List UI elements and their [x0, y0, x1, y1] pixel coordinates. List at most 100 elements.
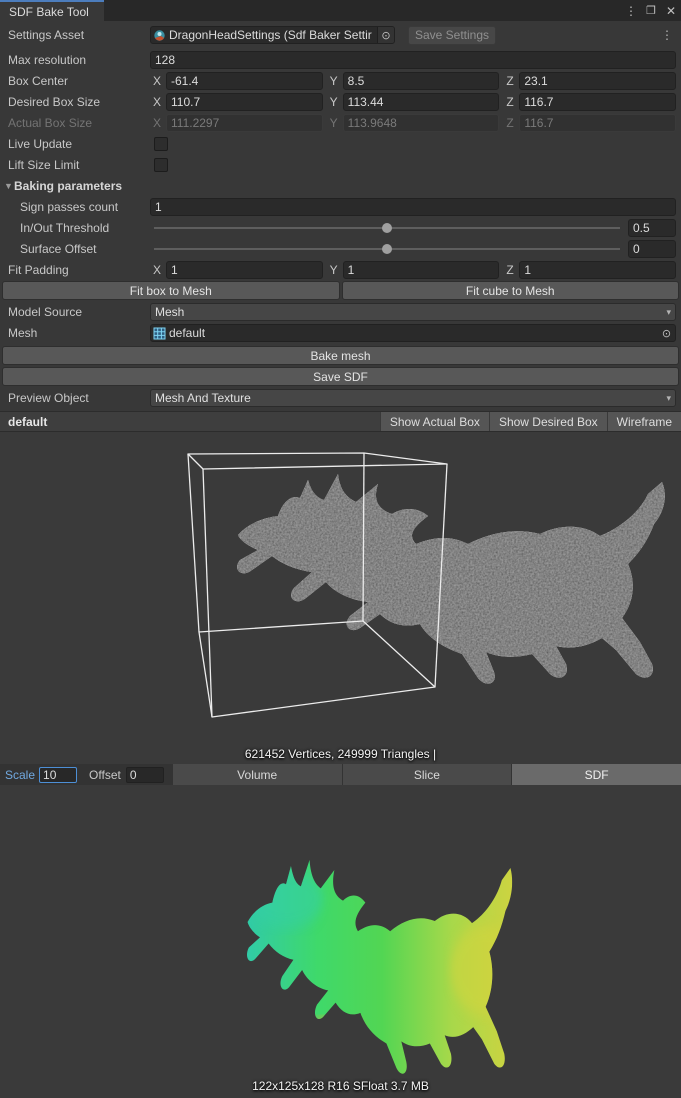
title-bar: SDF Bake Tool ⋮ ❐ ✕	[0, 0, 681, 21]
wireframe-button[interactable]: Wireframe	[607, 412, 681, 431]
surface-offset-slider[interactable]	[154, 248, 620, 250]
actual-box-size-y-value: 113.9648	[343, 114, 500, 132]
settings-asset-label: Settings Asset	[0, 28, 150, 42]
baking-parameters-foldout[interactable]: ▼ Baking parameters	[0, 176, 681, 196]
slider-handle[interactable]	[382, 244, 392, 254]
close-icon[interactable]: ✕	[661, 0, 681, 21]
model-source-value: Mesh	[155, 305, 184, 319]
chevron-down-icon: ▾	[666, 393, 671, 404]
slider-handle[interactable]	[382, 223, 392, 233]
preview-toolbar: default Show Actual Box Show Desired Box…	[0, 411, 681, 432]
dragon-sdf-render	[0, 785, 681, 1098]
sign-passes-count-input[interactable]: 1	[150, 198, 676, 216]
preview-object-value: Mesh And Texture	[155, 391, 251, 405]
tab-slice[interactable]: Slice	[342, 764, 512, 785]
chevron-down-icon: ▾	[666, 307, 671, 318]
desired-box-size-x-input[interactable]: 110.7	[166, 93, 323, 111]
surface-offset-input[interactable]: 0	[628, 240, 676, 258]
settings-asset-value: DragonHeadSettings (Sdf Baker Settir	[166, 28, 377, 42]
settings-kebab-icon[interactable]: ⋮	[661, 28, 676, 42]
scale-label[interactable]: Scale	[0, 768, 39, 782]
object-picker-icon[interactable]: ⊙	[658, 325, 675, 341]
axis-y-label: Y	[330, 116, 340, 130]
sdf-preview-viewport[interactable]: 122x125x128 R16 SFloat 3.7 MB	[0, 785, 681, 1098]
bake-mesh-button[interactable]: Bake mesh	[2, 346, 679, 365]
desired-box-size-z-input[interactable]: 116.7	[519, 93, 676, 111]
lift-size-limit-label: Lift Size Limit	[0, 158, 150, 172]
maximize-icon[interactable]: ❐	[641, 0, 661, 21]
sdf-bake-tool-window: SDF Bake Tool ⋮ ❐ ✕ Settings Asset Drago…	[0, 0, 681, 1098]
dragon-mesh-silhouette	[237, 474, 665, 684]
surface-offset-label: Surface Offset	[0, 242, 150, 256]
scriptable-object-icon	[153, 29, 166, 42]
offset-input[interactable]: 0	[126, 767, 164, 783]
live-update-checkbox[interactable]	[154, 137, 168, 151]
mesh-value: default	[166, 326, 658, 340]
sdf-controls-bar: Scale 10 Offset 0 Volume Slice SDF	[0, 764, 681, 785]
fit-padding-z-input[interactable]: 1	[519, 261, 676, 279]
axis-x-label: X	[153, 263, 163, 277]
offset-label[interactable]: Offset	[77, 768, 126, 782]
titlebar-spacer	[104, 0, 621, 21]
axis-z-label: Z	[506, 263, 516, 277]
tab-sdf[interactable]: SDF	[511, 764, 681, 785]
axis-y-label: Y	[330, 263, 340, 277]
mesh-icon	[153, 327, 166, 340]
inspector-panel: Settings Asset DragonHeadSettings (Sdf B…	[0, 21, 681, 411]
axis-z-label: Z	[506, 74, 516, 88]
box-center-z-input[interactable]: 23.1	[519, 72, 676, 90]
tab-volume[interactable]: Volume	[172, 764, 342, 785]
window-menu-icon[interactable]: ⋮	[621, 0, 641, 21]
model-source-label: Model Source	[0, 305, 150, 319]
scale-input[interactable]: 10	[39, 767, 77, 783]
axis-x-label: X	[153, 95, 163, 109]
fit-padding-label: Fit Padding	[0, 263, 150, 277]
axis-x-label: X	[153, 74, 163, 88]
fit-box-to-mesh-button[interactable]: Fit box to Mesh	[2, 281, 340, 300]
in-out-threshold-input[interactable]: 0.5	[628, 219, 676, 237]
actual-box-size-z-value: 116.7	[519, 114, 676, 132]
fit-cube-to-mesh-button[interactable]: Fit cube to Mesh	[342, 281, 680, 300]
foldout-arrow-icon: ▼	[0, 181, 14, 191]
tab-sdf-bake-tool[interactable]: SDF Bake Tool	[0, 0, 104, 21]
object-picker-icon[interactable]: ⊙	[377, 27, 394, 43]
max-resolution-label: Max resolution	[0, 53, 150, 67]
mesh-object-field[interactable]: default ⊙	[150, 324, 676, 342]
show-desired-box-button[interactable]: Show Desired Box	[489, 412, 607, 431]
preview-object-name: default	[0, 415, 47, 429]
settings-asset-field[interactable]: DragonHeadSettings (Sdf Baker Settir ⊙	[150, 26, 395, 44]
live-update-label: Live Update	[0, 137, 150, 151]
preview-object-label: Preview Object	[0, 391, 150, 405]
desired-box-size-y-input[interactable]: 113.44	[343, 93, 500, 111]
save-settings-button[interactable]: Save Settings	[408, 26, 496, 45]
mesh-preview-viewport[interactable]: 621452 Vertices, 249999 Triangles |	[0, 432, 681, 764]
baking-parameters-label: Baking parameters	[14, 179, 122, 193]
tab-title: SDF Bake Tool	[9, 5, 89, 19]
model-source-dropdown[interactable]: Mesh ▾	[150, 303, 676, 321]
dragon-mesh-render	[0, 432, 681, 764]
sign-passes-count-label: Sign passes count	[0, 200, 150, 214]
sdf-orange-region	[307, 1019, 364, 1060]
desired-box-size-label: Desired Box Size	[0, 95, 150, 109]
lift-size-limit-checkbox[interactable]	[154, 158, 168, 172]
box-center-label: Box Center	[0, 74, 150, 88]
in-out-threshold-slider[interactable]	[154, 227, 620, 229]
show-actual-box-button[interactable]: Show Actual Box	[380, 412, 489, 431]
fit-padding-y-input[interactable]: 1	[343, 261, 500, 279]
axis-y-label: Y	[330, 95, 340, 109]
box-center-y-input[interactable]: 8.5	[343, 72, 500, 90]
preview-object-dropdown[interactable]: Mesh And Texture ▾	[150, 389, 676, 407]
sdf-texture-info: 122x125x128 R16 SFloat 3.7 MB	[0, 1079, 681, 1093]
max-resolution-input[interactable]: 128	[150, 51, 676, 69]
mesh-label: Mesh	[0, 326, 150, 340]
actual-box-size-label: Actual Box Size	[0, 116, 150, 130]
dragon-sdf-silhouette	[236, 848, 527, 1093]
box-center-x-input[interactable]: -61.4	[166, 72, 323, 90]
axis-z-label: Z	[506, 116, 516, 130]
axis-z-label: Z	[506, 95, 516, 109]
save-sdf-button[interactable]: Save SDF	[2, 367, 679, 386]
in-out-threshold-label: In/Out Threshold	[0, 221, 150, 235]
fit-padding-x-input[interactable]: 1	[166, 261, 323, 279]
mesh-stats: 621452 Vertices, 249999 Triangles |	[0, 747, 681, 761]
axis-x-label: X	[153, 116, 163, 130]
